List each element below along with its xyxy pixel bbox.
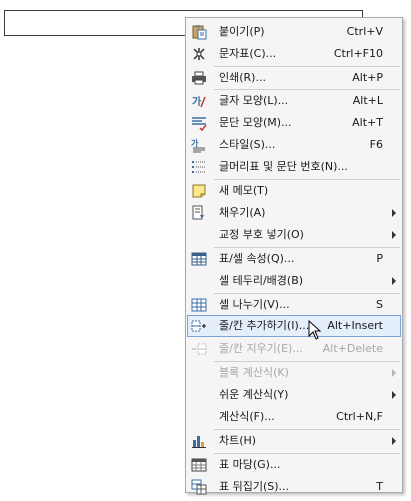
menu-item-shortcut: Alt+Delete [322,342,383,355]
submenu-arrow-icon [392,369,396,377]
submenu-arrow-icon [392,277,396,285]
menu-item-shortcut: Ctrl+F10 [333,47,383,60]
menu-item-shortcut: F6 [369,138,383,151]
menu-item-block-formula[interactable]: 블록 계산식(K) [187,362,401,384]
menu-item-shortcut: Alt+P [352,71,383,84]
fill-icon [190,204,208,222]
menu-item-label: 교정 부호 넣기(O) [219,228,304,241]
svg-text:가: 가 [191,138,199,148]
paragraph-shape-icon [190,114,208,132]
chart-icon [190,432,208,450]
menu-item-table-gallery[interactable]: 표 마당(G)... [187,454,401,476]
menu-item-table-cell-properties[interactable]: 표/셀 속성(Q)... P [187,248,401,270]
menu-item-shortcut: T [376,480,383,493]
menu-item-label: 문자표(C)... [219,47,277,60]
menu-item-split-cell[interactable]: 셀 나누기(V)... S [187,294,401,316]
menu-item-label: 글자 모양(L)... [219,94,289,107]
menu-item-cell-border-background[interactable]: 셀 테두리/배경(B) [187,270,401,292]
menu-item-style[interactable]: 가 스타일(S)... F6 [187,134,401,156]
menu-item-label: 줄/칸 추가하기(I)... [219,319,310,332]
menu-item-symbol[interactable]: 문자표(C)... Ctrl+F10 [187,43,401,65]
menu-item-easy-formula[interactable]: 쉬운 계산식(Y) [187,384,401,406]
menu-item-label: 새 메모(T) [219,184,269,197]
menu-item-delete-row-column[interactable]: 줄/칸 지우기(E)... Alt+Delete [187,338,401,360]
submenu-arrow-icon [392,391,396,399]
menu-item-label: 붙이기(P) [219,25,265,38]
menu-item-label: 표 마당(G)... [219,458,281,471]
symbol-icon [190,45,208,63]
menu-item-chart[interactable]: 차트(H) [187,430,401,452]
menu-item-proofreading-marks[interactable]: 교정 부호 넣기(O) [187,224,401,246]
style-icon: 가 [190,136,208,154]
char-shape-icon: 가 [190,92,208,110]
menu-item-bullets-numbering[interactable]: 글머리표 및 문단 번호(N)... [187,156,401,178]
menu-item-shortcut: S [376,298,383,311]
menu-item-label: 셀 나누기(V)... [219,298,290,311]
menu-item-print[interactable]: 인쇄(R)... Alt+P [187,67,401,89]
submenu-arrow-icon [392,231,396,239]
menu-item-label: 계산식(F)... [219,410,275,423]
delete-row-col-icon [190,340,208,358]
menu-item-label: 줄/칸 지우기(E)... [219,342,303,355]
printer-icon [190,69,208,87]
menu-item-label: 셀 테두리/배경(B) [219,274,304,287]
split-cell-icon [190,296,208,314]
menu-item-paragraph-shape[interactable]: 문단 모양(M)... Alt+T [187,112,401,134]
menu-item-label: 표 뒤집기(S)... [219,480,290,493]
insert-row-col-icon [190,317,208,335]
menu-item-shortcut: Ctrl+V [346,25,383,38]
bullet-list-icon [190,158,208,176]
menu-item-label: 차트(H) [219,434,257,447]
submenu-arrow-icon [392,437,396,445]
menu-item-insert-row-column[interactable]: 줄/칸 추가하기(I)... Alt+Insert [187,315,401,337]
menu-item-formula[interactable]: 계산식(F)... Ctrl+N,F [187,406,401,428]
mouse-cursor-icon [308,320,322,340]
paste-icon [190,23,208,41]
menu-item-new-memo[interactable]: 새 메모(T) [187,180,401,202]
menu-item-label: 쉬운 계산식(Y) [219,388,289,401]
menu-item-table-flip[interactable]: 표 뒤집기(S)... T [187,476,401,498]
context-menu: 붙이기(P) Ctrl+V 문자표(C)... Ctrl+F10 인쇄(R)..… [185,17,403,495]
menu-item-shortcut: P [376,252,383,265]
menu-item-label: 인쇄(R)... [219,71,266,84]
menu-item-paste[interactable]: 붙이기(P) Ctrl+V [187,21,401,43]
menu-item-label: 표/셀 속성(Q)... [219,252,295,265]
menu-item-label: 스타일(S)... [219,138,276,151]
menu-item-label: 블록 계산식(K) [219,366,289,379]
memo-icon [190,182,208,200]
table-props-icon [190,250,208,268]
menu-item-label: 채우기(A) [219,206,266,219]
menu-item-fill[interactable]: 채우기(A) [187,202,401,224]
menu-item-label: 문단 모양(M)... [219,116,292,129]
menu-item-shortcut: Alt+T [352,116,383,129]
menu-item-shortcut: Ctrl+N,F [336,410,383,423]
submenu-arrow-icon [392,209,396,217]
table-flip-icon [190,478,208,496]
table-gallery-icon [190,456,208,474]
menu-item-shortcut: Alt+L [352,94,383,107]
menu-item-label: 글머리표 및 문단 번호(N)... [219,160,348,173]
svg-text:가: 가 [192,95,202,108]
menu-item-shortcut: Alt+Insert [327,319,383,332]
menu-item-char-shape[interactable]: 가 글자 모양(L)... Alt+L [187,90,401,112]
